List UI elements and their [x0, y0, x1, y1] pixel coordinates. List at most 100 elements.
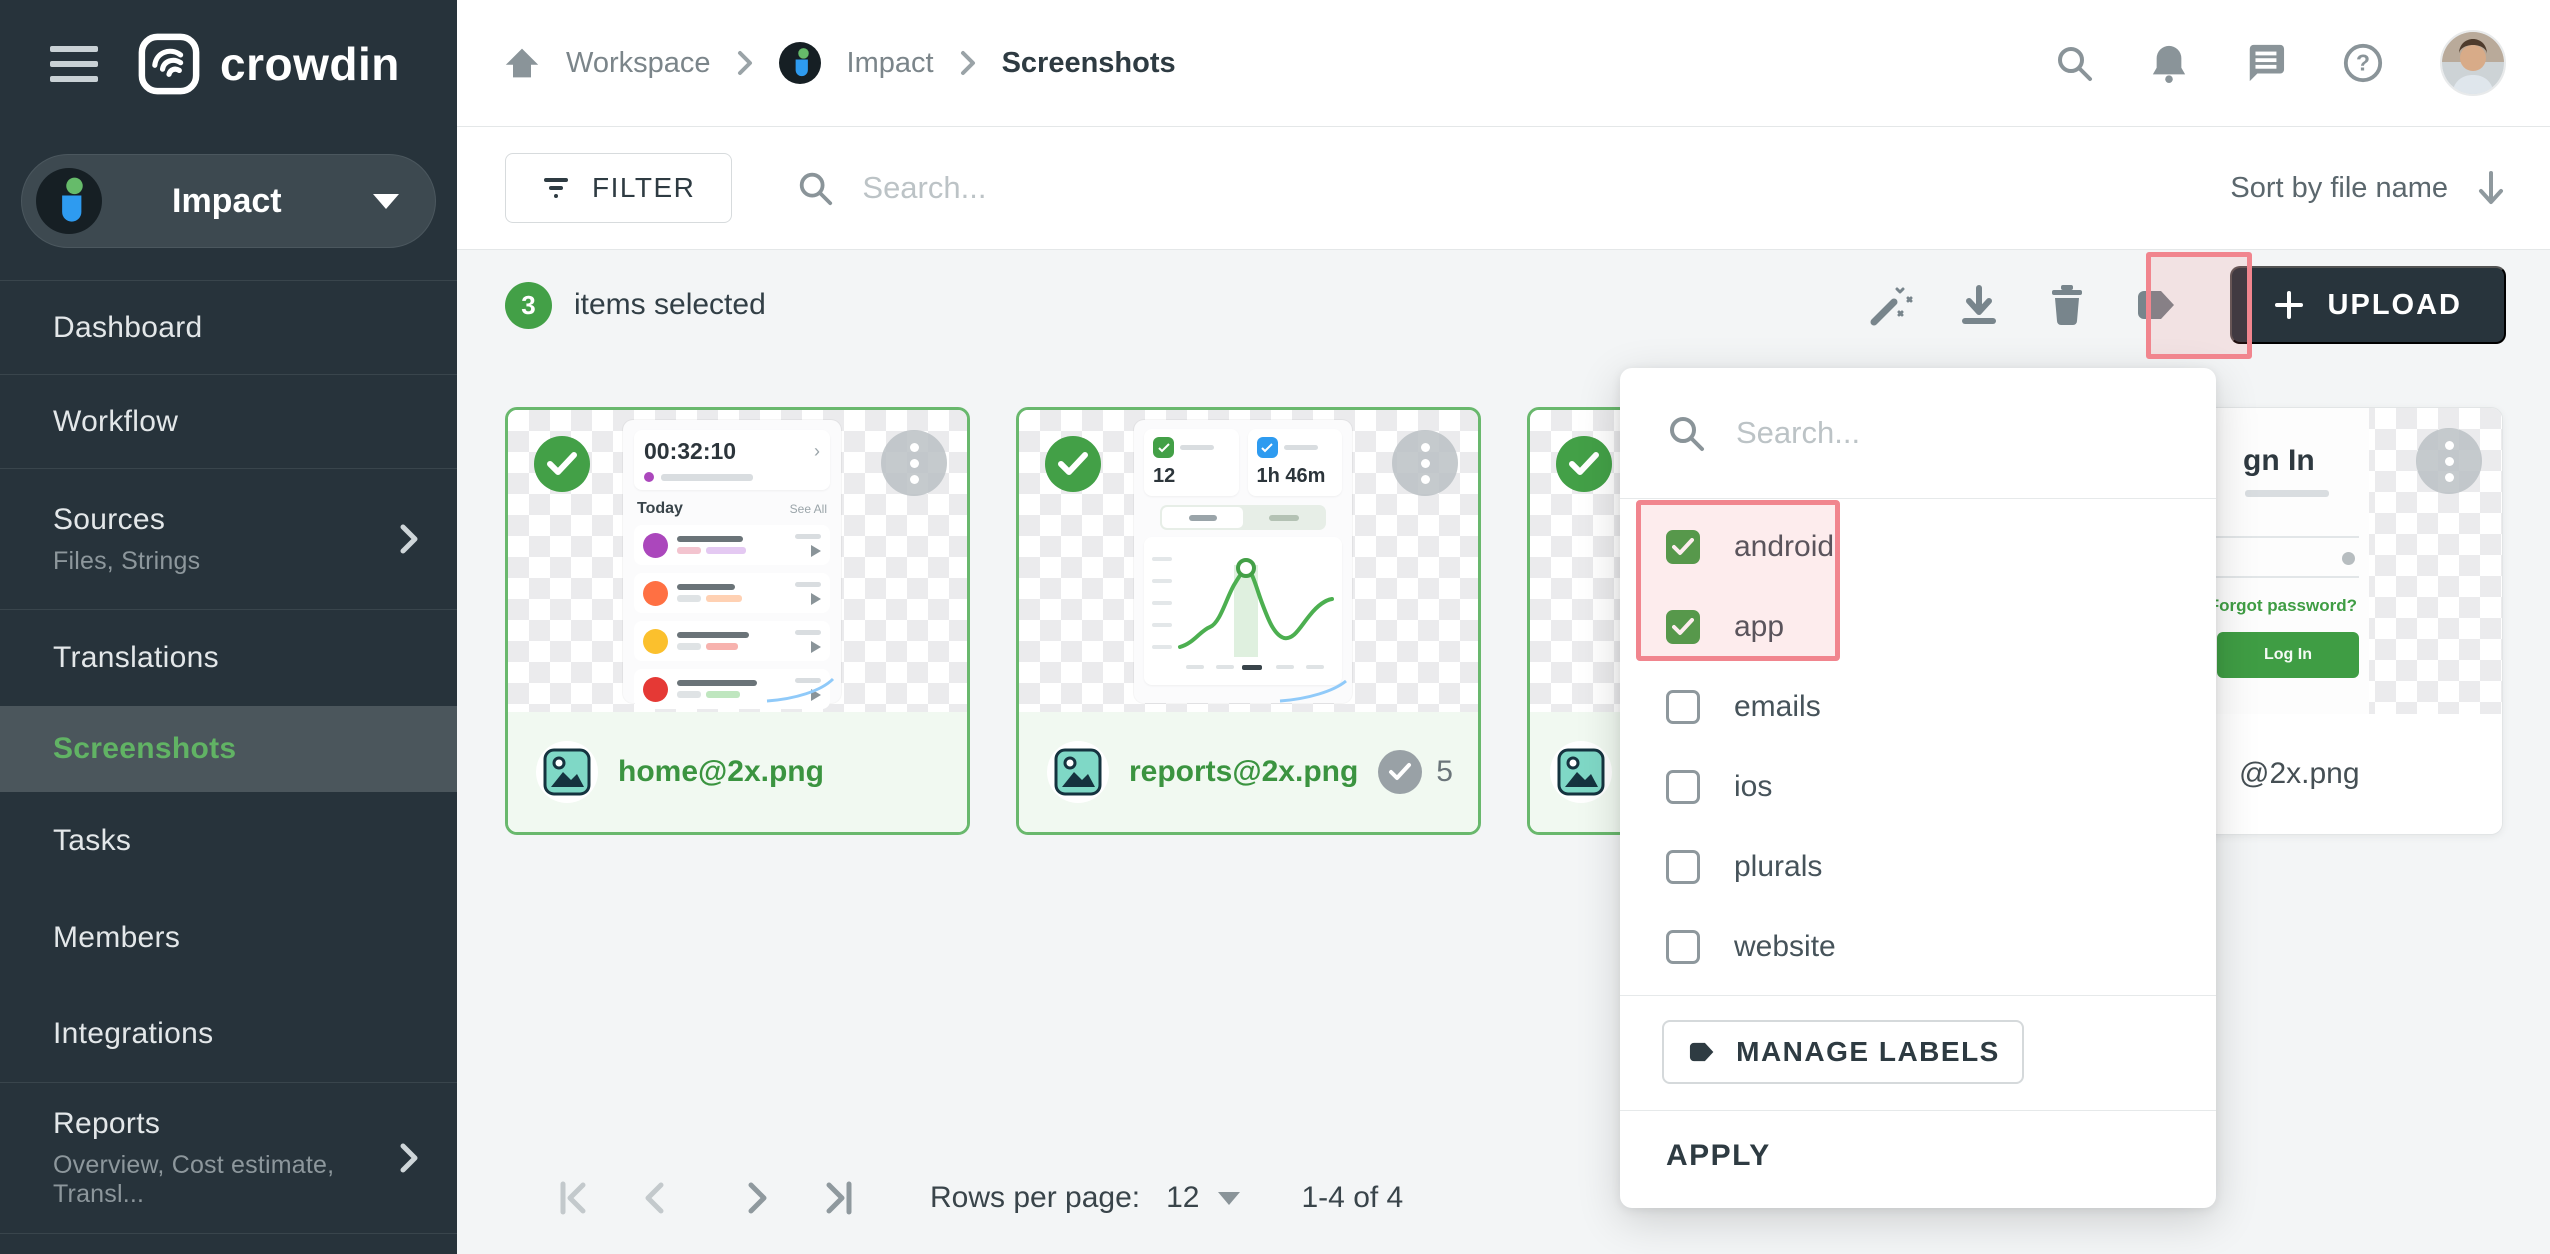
filter-button[interactable]: FILTER: [505, 153, 732, 223]
thumbnail-report-mockup: 12 1h 46m: [1134, 420, 1352, 703]
rows-per-page-select[interactable]: 12: [1166, 1181, 1239, 1215]
label-tag-icon: [1686, 1039, 1716, 1065]
rows-per-page-label: Rows per page:: [930, 1181, 1140, 1215]
sidebar-item-screenshots[interactable]: Screenshots: [0, 706, 457, 792]
next-page-icon[interactable]: [726, 1166, 790, 1230]
screenshot-card-home[interactable]: 00:32:10› TodaySee All: [505, 407, 970, 835]
breadcrumb-workspace[interactable]: Workspace: [566, 47, 711, 80]
label-tag-icon[interactable]: [2120, 265, 2190, 345]
screenshot-filename[interactable]: @2x.png: [2239, 757, 2360, 791]
download-icon[interactable]: [1944, 265, 2014, 345]
filter-icon: [542, 175, 570, 201]
sidebar-item-tasks[interactable]: Tasks: [0, 792, 457, 890]
search-icon: [1666, 413, 1706, 453]
label-option-emails[interactable]: emails: [1620, 667, 2216, 747]
notifications-bell-icon[interactable]: [2150, 42, 2188, 84]
topbar: Workspace Impact Screenshots ?: [457, 0, 2550, 127]
auto-tag-wand-icon[interactable]: [1856, 265, 1926, 345]
card-menu-kebab-icon[interactable]: [881, 430, 947, 496]
selected-check-icon[interactable]: [534, 436, 590, 492]
image-file-icon: [1047, 741, 1109, 803]
label-option-ios[interactable]: ios: [1620, 747, 2216, 827]
content-header: FILTER Search... Sort by file name: [457, 127, 2550, 250]
arrow-down-icon: [2476, 170, 2506, 206]
label-option-website[interactable]: website: [1620, 907, 2216, 987]
search-icon: [796, 169, 834, 207]
label-option-app[interactable]: app: [1620, 587, 2216, 667]
checkbox-app[interactable]: [1666, 610, 1700, 644]
topbar-icons: ?: [2054, 30, 2506, 96]
image-file-icon: [536, 741, 598, 803]
chevron-right-icon: [960, 50, 976, 76]
divider: [1620, 1110, 2216, 1111]
sidebar: crowdin Impact Dashboard Workflow Source…: [0, 0, 457, 1254]
label-search-input[interactable]: Search...: [1620, 368, 2216, 499]
card-menu-kebab-icon[interactable]: [1392, 430, 1458, 496]
screenshot-thumbnail: 12 1h 46m: [1019, 410, 1478, 712]
breadcrumb-current-page: Screenshots: [1002, 47, 1176, 80]
last-page-icon[interactable]: [806, 1166, 870, 1230]
screenshot-filename[interactable]: reports@2x.png: [1129, 755, 1358, 789]
selected-check-icon[interactable]: [1556, 436, 1612, 492]
home-icon[interactable]: [504, 46, 540, 80]
search-icon[interactable]: [2054, 43, 2094, 83]
breadcrumb-project[interactable]: Impact: [847, 47, 934, 80]
pagination-range: 1-4 of 4: [1302, 1181, 1404, 1215]
sidebar-item-dashboard[interactable]: Dashboard: [0, 281, 457, 374]
divider: [0, 1233, 457, 1234]
checkbox-emails[interactable]: [1666, 690, 1700, 724]
apply-button[interactable]: APPLY: [1666, 1139, 1771, 1173]
chevron-right-icon: [399, 523, 419, 555]
approved-count: 5: [1378, 750, 1453, 794]
delete-trash-icon[interactable]: [2032, 265, 2102, 345]
checkbox-ios[interactable]: [1666, 770, 1700, 804]
sidebar-item-workflow[interactable]: Workflow: [0, 375, 457, 468]
caret-down-icon: [1218, 1192, 1240, 1205]
manage-labels-button[interactable]: MANAGE LABELS: [1662, 1020, 2024, 1084]
checkbox-website[interactable]: [1666, 930, 1700, 964]
screenshot-card-reports[interactable]: 12 1h 46m: [1016, 407, 1481, 835]
crowdin-logo-icon: [138, 33, 200, 95]
chevron-right-icon: [737, 50, 753, 76]
menu-icon[interactable]: [50, 46, 98, 82]
card-menu-kebab-icon[interactable]: [2416, 428, 2482, 494]
sidebar-item-integrations[interactable]: Integrations: [0, 986, 457, 1082]
checkbox-plurals[interactable]: [1666, 850, 1700, 884]
plus-icon: [2274, 290, 2304, 320]
selection-toolbar: 3 items selected UPLOAD: [457, 250, 2550, 360]
search-placeholder: Search...: [1736, 415, 1860, 451]
selected-check-icon[interactable]: [1045, 436, 1101, 492]
image-file-icon: [1550, 741, 1612, 803]
sidebar-item-members[interactable]: Members: [0, 890, 457, 986]
search-input[interactable]: Search...: [796, 169, 986, 207]
breadcrumb-project-icon: [779, 42, 821, 84]
checkbox-android[interactable]: [1666, 530, 1700, 564]
label-list: android app emails ios plurals website: [1620, 499, 2216, 987]
messages-icon[interactable]: [2244, 43, 2286, 83]
brand-name: crowdin: [220, 37, 400, 91]
brand-logo[interactable]: crowdin: [138, 33, 400, 95]
screenshot-filename[interactable]: home@2x.png: [618, 755, 824, 789]
sidebar-item-translations[interactable]: Translations: [0, 610, 457, 706]
selected-count-text: items selected: [574, 288, 766, 322]
screenshot-thumbnail: 00:32:10› TodaySee All: [508, 410, 967, 712]
selected-count-badge: 3: [505, 282, 552, 329]
chevron-down-icon: [373, 194, 399, 209]
upload-button[interactable]: UPLOAD: [2230, 266, 2506, 344]
prev-page-icon[interactable]: [622, 1166, 686, 1230]
label-option-android[interactable]: android: [1620, 507, 2216, 587]
sort-control[interactable]: Sort by file name: [2230, 170, 2506, 206]
help-icon[interactable]: ?: [2342, 42, 2384, 84]
thumbnail-app-mockup: 00:32:10› TodaySee All: [623, 420, 841, 703]
label-dropdown: Search... android app emails ios plurals…: [1620, 368, 2216, 1208]
first-page-icon[interactable]: [542, 1166, 606, 1230]
project-selector[interactable]: Impact: [21, 154, 436, 248]
sidebar-item-sources[interactable]: Sources Files, Strings: [0, 469, 457, 609]
sidebar-item-reports[interactable]: Reports Overview, Cost estimate, Transl.…: [0, 1083, 457, 1233]
user-avatar[interactable]: [2440, 30, 2506, 96]
pagination-bar: Rows per page: 12 1-4 of 4: [542, 1160, 1403, 1236]
svg-text:?: ?: [2356, 50, 2370, 76]
search-placeholder: Search...: [862, 170, 986, 206]
card-footer: reports@2x.png 5: [1019, 712, 1478, 832]
label-option-plurals[interactable]: plurals: [1620, 827, 2216, 907]
